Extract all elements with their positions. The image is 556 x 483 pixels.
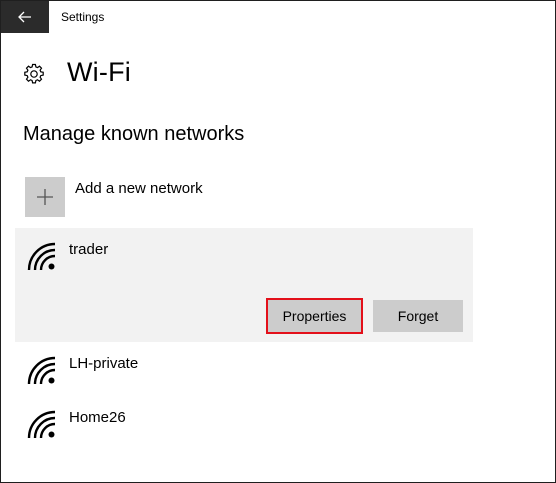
add-network-button[interactable]: Add a new network	[25, 177, 445, 219]
wifi-icon	[27, 356, 56, 385]
page-title: Wi-Fi	[67, 57, 131, 87]
section-title: Manage known networks	[23, 123, 245, 145]
wifi-icon	[27, 410, 56, 439]
back-button[interactable]	[1, 1, 49, 33]
title-bar: Settings	[1, 1, 555, 33]
settings-window: Settings Wi-Fi Manage known networks Add…	[0, 0, 556, 483]
add-network-label: Add a new network	[75, 180, 203, 197]
add-network-tile[interactable]	[25, 177, 65, 217]
network-item-trader[interactable]: trader Properties Forget	[15, 228, 473, 342]
network-name: LH-private	[69, 355, 139, 372]
window-title: Settings	[61, 10, 105, 24]
gear-icon	[24, 63, 44, 84]
properties-button[interactable]: Properties	[266, 298, 363, 334]
wifi-icon	[27, 242, 56, 271]
forget-button[interactable]: Forget	[373, 300, 463, 332]
network-item-home26[interactable]: Home26	[15, 396, 473, 448]
network-item-lh-private[interactable]: LH-private	[15, 342, 473, 394]
plus-icon	[37, 189, 53, 205]
network-name: trader	[69, 241, 109, 258]
network-name: Home26	[69, 409, 126, 426]
back-arrow-icon	[18, 11, 31, 23]
